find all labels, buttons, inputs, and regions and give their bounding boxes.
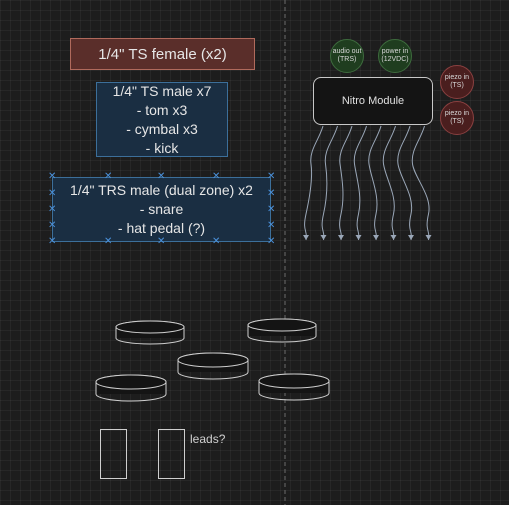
piezo-in-port-1[interactable]: piezo in (TS) [440, 65, 474, 99]
resize-handle-left-upper-icon[interactable]: ✕ [48, 189, 56, 199]
cable-8 [411, 125, 430, 241]
resize-handle-top-center-icon[interactable]: ✕ [157, 172, 165, 182]
drum-pad-right[interactable] [258, 373, 330, 401]
cable-1 [304, 125, 324, 241]
power-in-port-type: (12VDC) [381, 56, 409, 63]
resize-handle-top-right-center-icon[interactable]: ✕ [212, 172, 220, 182]
cable-arrow-icon [408, 235, 414, 240]
drum-pad-center[interactable] [177, 352, 249, 380]
drum-pads [95, 318, 330, 402]
nitro-module-box[interactable]: Nitro Module [313, 77, 433, 125]
resize-handle-right-upper-icon[interactable]: ✕ [267, 189, 275, 199]
resize-handle-bottom-center-icon[interactable]: ✕ [157, 237, 165, 247]
drum-pad-left[interactable] [95, 374, 167, 402]
ts-male-line-kick: - kick [145, 139, 179, 156]
trs-male-line-snare: - snare [139, 201, 184, 217]
cable-arrow-icon [425, 235, 432, 240]
cable-3 [339, 125, 353, 241]
resize-handle-left-icon[interactable]: ✕ [48, 205, 56, 215]
cable-4 [353, 125, 367, 241]
resize-handle-top-left-icon[interactable]: ✕ [48, 172, 56, 182]
cable-arrow-icon [390, 235, 397, 240]
resize-handle-bottom-icon[interactable]: ✕ [104, 237, 112, 247]
cable-2 [321, 125, 338, 241]
power-in-port[interactable]: power in (12VDC) [378, 39, 412, 73]
piezo-in-port-1-type: (TS) [450, 82, 464, 89]
drum-pad-top-left[interactable] [115, 320, 185, 345]
resize-handle-top-right-icon[interactable]: ✕ [267, 172, 275, 182]
leads-label: leads? [190, 432, 226, 446]
cable-arrow-icon [373, 235, 379, 240]
cable-arrow-icon [338, 235, 344, 240]
resize-handle-left-lower-icon[interactable]: ✕ [48, 221, 56, 231]
piezo-in-port-2-type: (TS) [450, 118, 464, 125]
cable-arrow-icon [320, 235, 327, 240]
cable-arrow-icon [303, 235, 309, 240]
ts-male-line-cymbal: - cymbal x3 [126, 120, 198, 137]
lead-box-left[interactable] [100, 429, 127, 479]
resize-handle-top-icon[interactable]: ✕ [104, 172, 112, 182]
ts-female-label: 1/4" TS female (x2) [98, 45, 227, 63]
cable-arrow-icon [355, 235, 362, 240]
ts-male-line-tom: - tom x3 [136, 101, 188, 118]
diagram-canvas [95, 0, 432, 505]
piezo-in-port-2-label: piezo in [444, 110, 470, 117]
audio-out-port-type: (TRS) [337, 56, 357, 63]
nitro-module-label: Nitro Module [341, 95, 405, 107]
resize-handle-bottom-right-icon[interactable]: ✕ [267, 237, 275, 247]
cable-7 [397, 125, 413, 241]
audio-out-port-label: audio out [332, 48, 362, 55]
ts-female-box[interactable]: 1/4" TS female (x2) [70, 38, 255, 70]
piezo-in-port-1-label: piezo in [444, 74, 470, 81]
lead-box-right[interactable] [158, 429, 185, 479]
module-cables [303, 125, 432, 241]
resize-handle-bottom-left-icon[interactable]: ✕ [48, 237, 56, 247]
audio-out-port[interactable]: audio out (TRS) [330, 39, 364, 73]
drum-pad-top-right[interactable] [247, 318, 317, 343]
ts-male-title: 1/4" TS male x7 [112, 82, 212, 99]
ts-male-box[interactable]: 1/4" TS male x7 - tom x3 - cymbal x3 - k… [96, 82, 228, 157]
piezo-in-port-2[interactable]: piezo in (TS) [440, 101, 474, 135]
resize-handle-right-icon[interactable]: ✕ [267, 205, 275, 215]
resize-handle-right-lower-icon[interactable]: ✕ [267, 221, 275, 231]
cable-5 [368, 125, 382, 241]
cable-6 [382, 125, 396, 241]
resize-handle-bottom-right-center-icon[interactable]: ✕ [212, 237, 220, 247]
trs-male-box[interactable]: 1/4" TRS male (dual zone) x2 - snare - h… [52, 177, 271, 242]
power-in-port-label: power in [381, 48, 409, 55]
trs-male-title: 1/4" TRS male (dual zone) x2 [70, 182, 253, 198]
